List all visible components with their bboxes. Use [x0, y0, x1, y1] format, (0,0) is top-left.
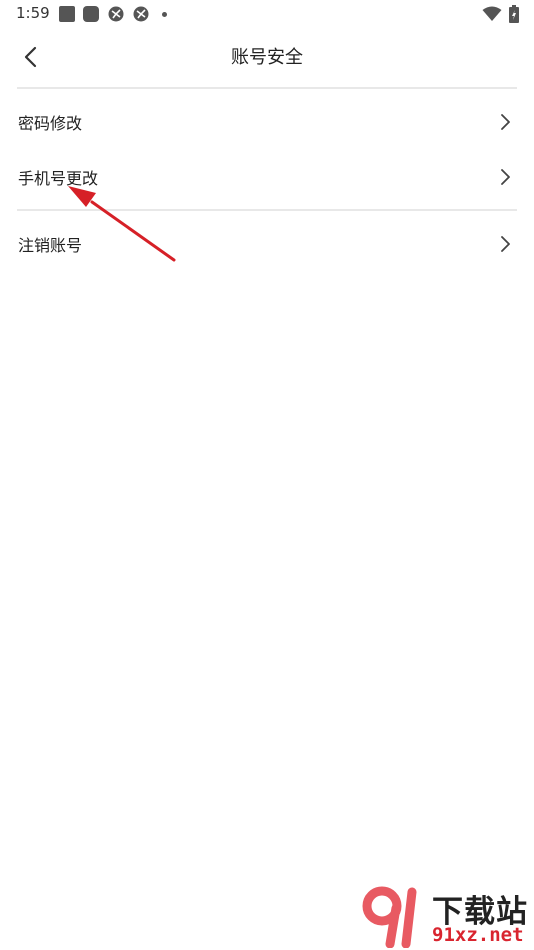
- status-time: 1:59: [16, 4, 50, 22]
- page-title: 账号安全: [231, 47, 303, 68]
- menu-item-label: 注销账号: [18, 236, 83, 255]
- notification-app-icon: [133, 6, 149, 22]
- chevron-right-icon: [501, 114, 510, 130]
- notification-app-icon: [108, 6, 124, 22]
- battery-icon: [509, 5, 519, 27]
- menu-item-password-change[interactable]: 密码修改: [0, 96, 534, 148]
- status-bar: 1:59: [0, 0, 534, 28]
- more-notifications-dot-icon: [162, 12, 167, 17]
- menu-item-delete-account[interactable]: 注销账号: [0, 218, 534, 270]
- notification-app-icon: [83, 6, 99, 22]
- menu-item-label: 手机号更改: [18, 169, 99, 188]
- wifi-icon: [482, 6, 502, 26]
- watermark-domain: 91xz.net: [432, 924, 524, 946]
- app-bar: 账号安全: [0, 28, 534, 84]
- chevron-right-icon: [501, 236, 510, 252]
- notification-app-icon: [59, 6, 75, 22]
- site-logo-icon: [362, 886, 417, 948]
- menu-item-phone-change[interactable]: 手机号更改: [0, 151, 534, 203]
- section-divider: [17, 209, 517, 211]
- chevron-right-icon: [501, 169, 510, 185]
- watermark: 下载站 91xz.net: [360, 886, 532, 948]
- menu-item-label: 密码修改: [18, 114, 83, 133]
- header-divider: [17, 87, 517, 89]
